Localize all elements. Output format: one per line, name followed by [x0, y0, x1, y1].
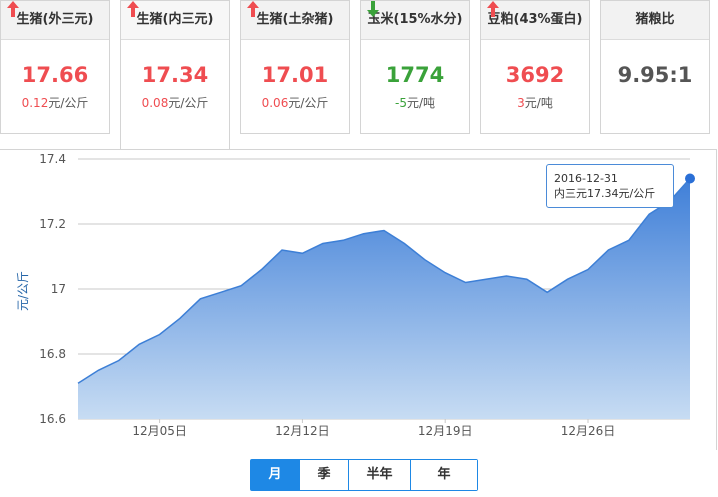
arrow-up-icon [247, 1, 259, 17]
x-tick-label: 12月05日 [132, 424, 187, 438]
y-tick-label: 16.8 [39, 347, 66, 361]
price-card-1[interactable]: 生猪(外三元) 17.66 0.12元/公斤 [0, 0, 110, 134]
price-card-value: 17.01 [241, 1, 349, 88]
price-card-value: 17.34 [121, 1, 229, 88]
range-button-4[interactable]: 年 [411, 460, 477, 490]
tooltip-value: 内三元17.34元/公斤 [554, 187, 656, 200]
arrow-up-icon [127, 1, 139, 17]
y-tick-label: 17.2 [39, 217, 66, 231]
price-card-value: 1774 [361, 1, 469, 88]
y-tick-label: 16.6 [39, 412, 66, 426]
price-cards: 生猪(外三元) 17.66 0.12元/公斤 生猪(内三元) 17.34 0.08元/公斤… [0, 0, 718, 150]
y-tick-label: 17 [51, 282, 66, 296]
y-axis-label: 元/公斤 [16, 271, 30, 311]
price-card-4[interactable]: 玉米(15%水分) 1774 -5元/吨 [360, 0, 470, 134]
range-button-2[interactable]: 季 [300, 460, 349, 490]
price-card-change: 0.08元/公斤 [141, 96, 209, 110]
price-card-value: 3692 [481, 1, 589, 88]
price-card-2[interactable]: 生猪(内三元) 17.34 0.08元/公斤 [120, 0, 230, 150]
price-card-value: 17.66 [1, 1, 109, 88]
x-tick-label: 12月12日 [275, 424, 330, 438]
range-button-1[interactable]: 月 [251, 460, 300, 490]
price-card-change: 0.12元/公斤 [21, 96, 89, 110]
arrow-down-icon [367, 1, 379, 17]
tooltip-date: 2016-12-31 [554, 172, 618, 185]
area-fill [78, 178, 690, 419]
price-card-title: 猪粮比 [601, 1, 709, 40]
range-selector: 月季半年年 [250, 459, 478, 491]
data-point [685, 173, 695, 184]
arrow-up-icon [487, 1, 499, 17]
price-card-change: -5元/吨 [394, 96, 435, 110]
price-card-5[interactable]: 豆粕(43%蛋白) 3692 3元/吨 [480, 0, 590, 134]
x-tick-label: 12月19日 [418, 424, 473, 438]
range-button-3[interactable]: 半年 [349, 460, 411, 490]
x-tick-label: 12月26日 [561, 424, 616, 438]
price-card-6[interactable]: 猪粮比 9.95:1 [600, 0, 710, 134]
price-card-change: 0.06元/公斤 [261, 96, 329, 110]
y-tick-label: 17.4 [39, 152, 66, 166]
arrow-up-icon [7, 1, 19, 17]
price-card-change: 3元/吨 [517, 96, 553, 110]
price-card-3[interactable]: 生猪(土杂猪) 17.01 0.06元/公斤 [240, 0, 350, 134]
price-card-value: 9.95:1 [617, 63, 693, 87]
chart-tooltip: 2016-12-31 内三元17.34元/公斤 [546, 164, 674, 208]
